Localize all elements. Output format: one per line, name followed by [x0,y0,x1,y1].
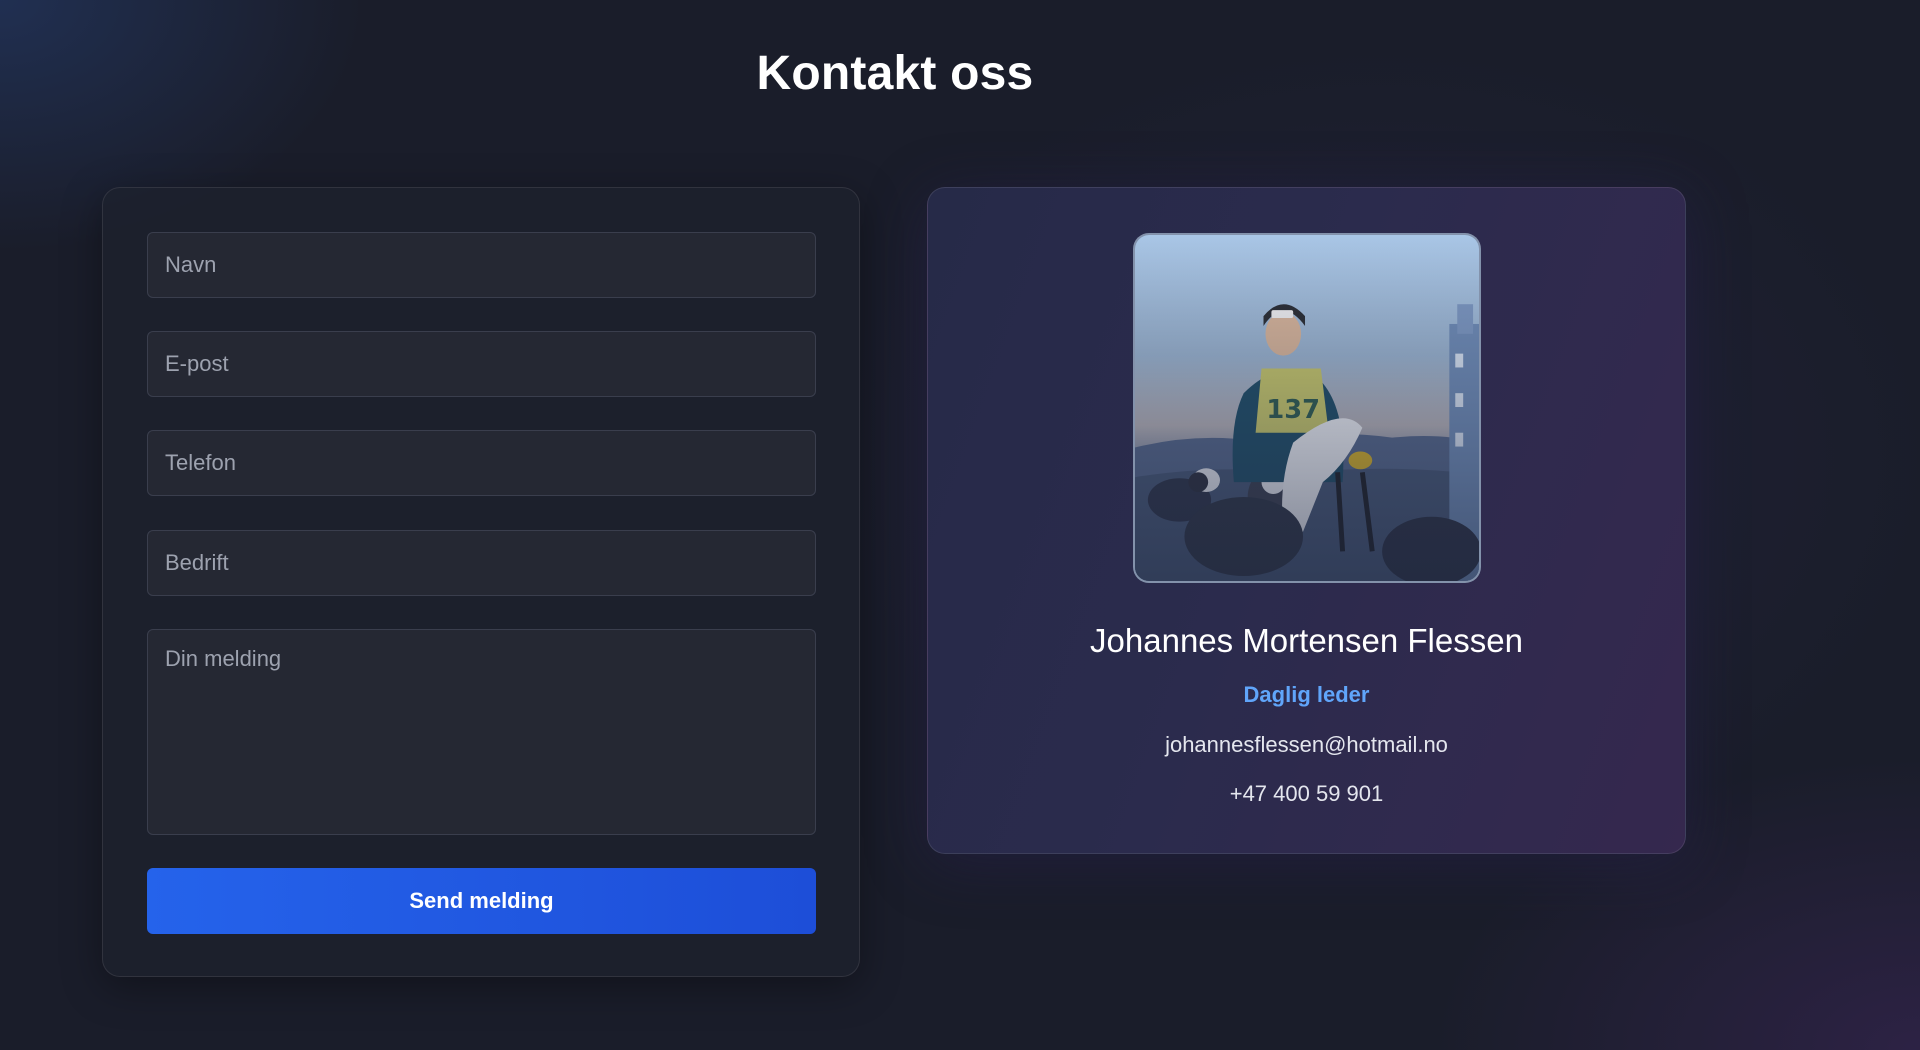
contact-form: Send melding [102,187,860,977]
contact-role: Daglig leder [1243,682,1370,707]
name-input[interactable] [147,232,816,298]
contact-photo-image: 137 [1135,235,1479,581]
company-input[interactable] [147,530,816,596]
contact-name: Johannes Mortensen Flessen [1090,622,1523,659]
message-textarea[interactable] [147,629,816,835]
contact-phone[interactable]: +47 400 59 901 [928,780,1685,808]
phone-input[interactable] [147,430,816,496]
page-title: Kontakt oss [756,47,1034,100]
email-input[interactable] [147,331,816,397]
contact-email[interactable]: johannesflessen@hotmail.no [928,731,1685,759]
contact-card: 137 Johannes Mortensen Flessen Daglig le… [927,187,1686,854]
contact-photo: 137 [1133,233,1481,583]
send-message-button[interactable]: Send melding [147,868,816,934]
